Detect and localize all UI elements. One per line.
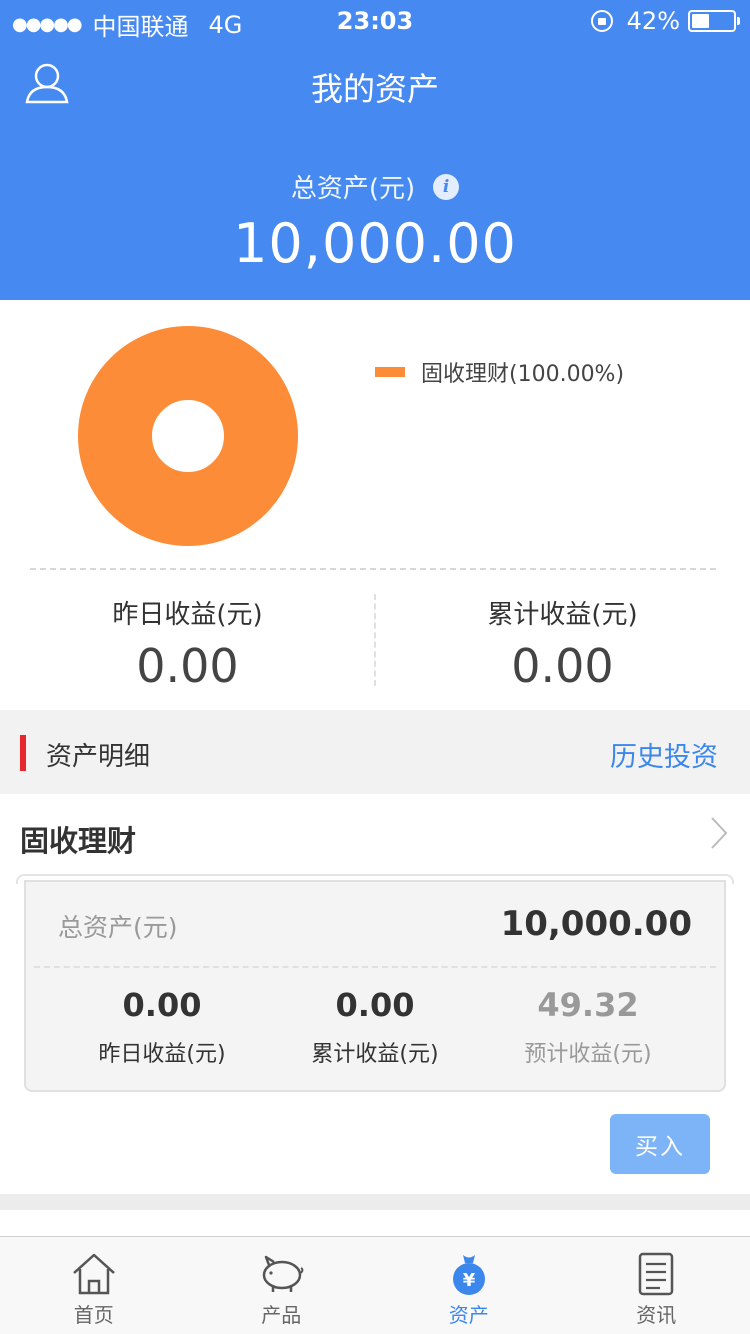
- stat-label: 昨日收益(元): [98, 1042, 226, 1067]
- svg-text:¥: ¥: [462, 1270, 475, 1291]
- legend-swatch: [375, 367, 405, 377]
- product-name: 固收理财: [20, 824, 137, 858]
- info-icon[interactable]: i: [433, 173, 460, 200]
- cumulative-earnings: 累计收益(元) 0.00: [375, 594, 750, 693]
- stat-label: 预计收益(元): [524, 1042, 652, 1067]
- section-accent-bar: [20, 735, 26, 771]
- product-yesterday-earnings: 0.00 昨日收益(元): [62, 986, 262, 1068]
- news-icon: [639, 1252, 674, 1296]
- next-product-card[interactable]: [0, 1210, 750, 1236]
- yesterday-earnings: 昨日收益(元) 0.00: [0, 594, 375, 693]
- yesterday-earnings-value: 0.00: [136, 639, 239, 693]
- status-bar: ●●●●● 中国联通 4G 23:03 42%: [0, 0, 750, 41]
- history-investment-link[interactable]: 历史投资: [610, 735, 718, 774]
- stat-label: 累计收益(元): [311, 1042, 439, 1067]
- product-card[interactable]: 固收理财 总资产(元) 10,000.00 0.00 昨日收益(元) 0.00 …: [0, 794, 750, 1194]
- tab-products[interactable]: 产品: [188, 1237, 376, 1334]
- chart-legend: 固收理财(100.00%): [375, 356, 624, 388]
- bottom-tab-bar: 首页 产品 ¥ 资产 资讯: [0, 1236, 750, 1334]
- tab-label: 资讯: [636, 1303, 677, 1327]
- battery-icon: [688, 10, 740, 32]
- page-title: 我的资产: [310, 70, 439, 108]
- chevron-right-icon[interactable]: [710, 816, 728, 850]
- product-expected-earnings: 49.32 预计收益(元): [488, 986, 688, 1068]
- rotation-lock-icon: [590, 10, 613, 32]
- section-title: 资产明细: [46, 742, 151, 772]
- tab-label: 资产: [448, 1303, 489, 1327]
- donut-slice-固收理财: [78, 326, 298, 546]
- divider: [30, 568, 716, 570]
- product-summary: 总资产(元) 10,000.00 0.00 昨日收益(元) 0.00 累计收益(…: [24, 880, 726, 1092]
- tab-news[interactable]: 资讯: [563, 1237, 750, 1334]
- product-cumulative-earnings: 0.00 累计收益(元): [275, 986, 475, 1068]
- cumulative-earnings-label: 累计收益(元): [487, 600, 638, 630]
- asset-detail-header: 资产明细 历史投资: [0, 710, 750, 794]
- battery-percent: 42%: [626, 7, 680, 35]
- total-assets-label: 总资产(元): [290, 174, 416, 204]
- assets-header: 我的资产 总资产(元) i 10,000.00: [0, 40, 750, 300]
- stat-value: 49.32: [537, 986, 639, 1024]
- legend-label: 固收理财(100.00%): [421, 362, 625, 387]
- cumulative-earnings-value: 0.00: [511, 639, 614, 693]
- stat-value: 0.00: [335, 986, 415, 1024]
- yesterday-earnings-label: 昨日收益(元): [112, 600, 263, 630]
- home-icon: [72, 1253, 115, 1295]
- tab-label: 产品: [261, 1303, 302, 1327]
- divider: [34, 966, 716, 968]
- asset-donut-chart: [78, 326, 298, 546]
- tab-home[interactable]: 首页: [0, 1237, 188, 1334]
- total-assets-value: 10,000.00: [233, 212, 517, 275]
- product-total-label: 总资产(元): [58, 913, 178, 942]
- tab-assets[interactable]: ¥ 资产: [375, 1237, 563, 1334]
- total-assets-label-row: 总资产(元) i: [0, 168, 750, 205]
- money-bag-icon: ¥: [452, 1255, 485, 1295]
- asset-distribution-panel: 固收理财(100.00%) 昨日收益(元) 0.00 累计收益(元) 0.00: [0, 300, 750, 710]
- stat-value: 0.00: [122, 986, 202, 1024]
- product-total-value: 10,000.00: [500, 904, 692, 944]
- piggy-bank-icon: [263, 1255, 304, 1292]
- buy-button[interactable]: 买入: [610, 1114, 710, 1174]
- section-gap: [0, 1194, 750, 1210]
- tab-label: 首页: [73, 1303, 114, 1327]
